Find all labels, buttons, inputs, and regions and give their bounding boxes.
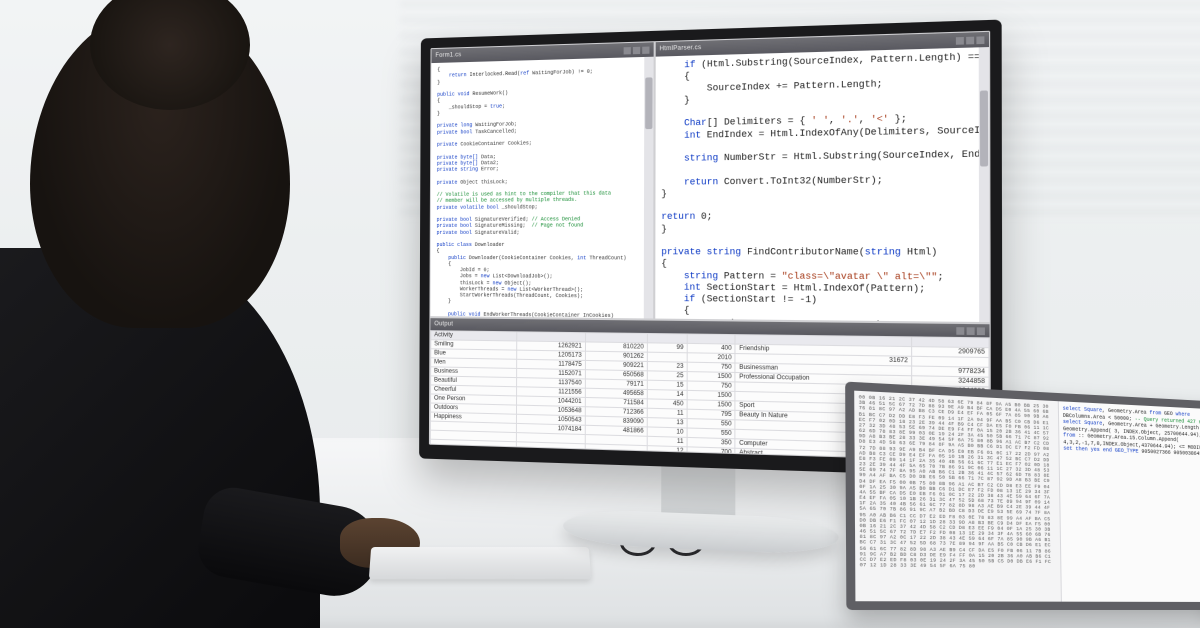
laptop: 00 0B 16 21 2C 37 42 4D 58 63 6E 79 84 8…: [845, 382, 1200, 610]
scrollbar[interactable]: [979, 47, 990, 322]
hex-dump-panel[interactable]: 00 0B 16 21 2C 37 42 4D 58 63 6E 79 84 8…: [854, 391, 1061, 602]
code-editor-right[interactable]: if (Html.Substring(SourceIndex, Pattern.…: [655, 47, 990, 323]
person-silhouette: [0, 0, 400, 628]
column-header[interactable]: [647, 334, 687, 344]
left-code-pane[interactable]: Form1.cs { return Interlocked.Read(ref W…: [429, 41, 654, 320]
code-editor-left[interactable]: { return Interlocked.Read(ref WaitingFor…: [430, 57, 653, 320]
photo-scene: Form1.cs { return Interlocked.Read(ref W…: [0, 0, 1200, 628]
laptop-screen: 00 0B 16 21 2C 37 42 4D 58 63 6E 79 84 8…: [854, 391, 1200, 602]
window-buttons[interactable]: [623, 46, 649, 54]
keyboard: [369, 547, 591, 579]
scrollbar[interactable]: [643, 57, 653, 319]
pane-title-text: HtmlParser.cs: [659, 45, 701, 52]
pane-title-text: Form1.cs: [435, 52, 461, 59]
sql-code-panel[interactable]: select Square, Geometry.Area from GEO wh…: [1059, 401, 1200, 602]
right-code-pane[interactable]: HtmlParser.cs if (Html.Substring(SourceI…: [654, 31, 991, 324]
pane-title-text: Output: [434, 321, 453, 327]
window-buttons[interactable]: [956, 36, 985, 44]
window-buttons[interactable]: [956, 327, 985, 335]
